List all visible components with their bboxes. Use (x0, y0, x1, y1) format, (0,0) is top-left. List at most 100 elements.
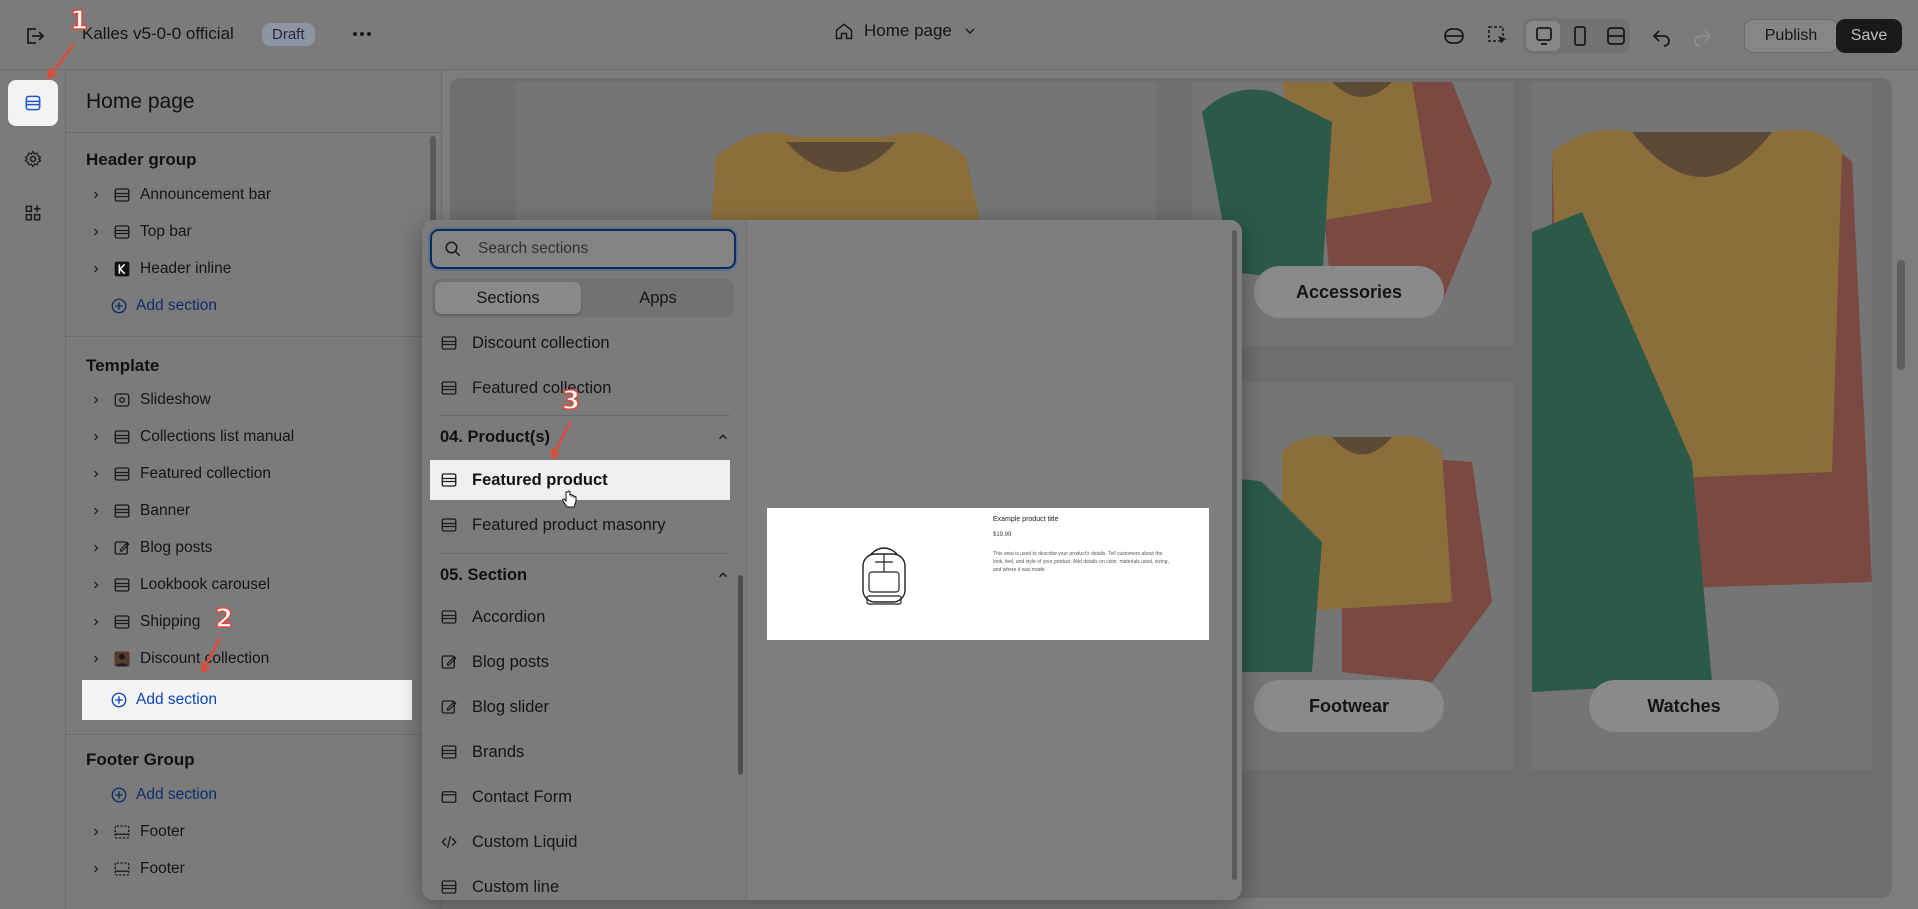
divider (440, 553, 730, 554)
home-icon (835, 23, 853, 40)
sidebar-item-footer[interactable]: Footer (86, 852, 380, 886)
chevron-right-icon[interactable] (86, 653, 106, 665)
picker-item-blog-posts[interactable]: Blog posts (430, 642, 736, 682)
picker-item-featured-product[interactable]: Featured product (430, 460, 730, 500)
preview-scrollbar[interactable] (1897, 260, 1905, 370)
section-icon (440, 608, 458, 626)
sidebar-item-blog-posts[interactable]: Blog posts (86, 531, 380, 565)
picker-item-blog-slider[interactable]: Blog slider (430, 687, 736, 727)
annotation-2: 2 (214, 603, 234, 635)
sidebar-item-label: Top bar (140, 223, 192, 240)
collection-tile-watches[interactable] (1532, 82, 1872, 770)
divider (66, 734, 442, 735)
sidebar-item-announcement-bar[interactable]: Announcement bar (86, 178, 380, 212)
category-label-footwear[interactable]: Footwear (1254, 680, 1444, 732)
picker-item-label: Contact Form (472, 787, 572, 806)
picker-item-contact-form[interactable]: Contact Form (430, 777, 736, 817)
tab-apps[interactable]: Apps (585, 282, 731, 314)
sidebar-item-header-inline[interactable]: Header inline (86, 252, 380, 286)
undo-icon[interactable] (1650, 24, 1674, 48)
more-actions-icon[interactable] (350, 22, 374, 46)
sections-rail-button[interactable] (8, 80, 58, 126)
picker-item-featured-collection[interactable]: Featured collection (430, 368, 736, 408)
sidebar-item-slideshow[interactable]: Slideshow (86, 383, 380, 417)
sidebar-item-discount-collection[interactable]: Discount collection (86, 642, 380, 676)
sidebar-item-lookbook-carousel[interactable]: Lookbook carousel (86, 568, 380, 602)
picker-item-brands[interactable]: Brands (430, 732, 736, 772)
add-section-header-button[interactable]: Add section (110, 289, 217, 323)
group-heading-template: Template (86, 356, 160, 375)
apps-rail-button[interactable] (8, 190, 58, 236)
mail-icon (440, 788, 458, 806)
desktop-icon[interactable] (1532, 24, 1556, 48)
chevron-right-icon[interactable] (86, 579, 106, 591)
redo-icon[interactable] (1690, 24, 1714, 48)
sidebar-item-footer[interactable]: Footer (86, 815, 380, 849)
category-section-toggle[interactable]: 05. Section (440, 560, 730, 590)
chevron-right-icon[interactable] (86, 505, 106, 517)
add-section-footer-button[interactable]: Add section (110, 778, 217, 812)
sidebar: Home page Header group Announcement bar … (66, 70, 442, 909)
section-picker: Search sections Sections Apps Discount c… (422, 220, 1242, 900)
chevron-right-icon[interactable] (86, 468, 106, 480)
sidebar-item-featured-collection[interactable]: Featured collection (86, 457, 380, 491)
backpack-icon (862, 547, 906, 605)
k-logo-icon (112, 259, 132, 279)
page-title: Home page (86, 90, 195, 113)
person-image-icon (112, 649, 132, 669)
section-icon (112, 501, 132, 521)
chevron-right-icon[interactable] (86, 263, 106, 275)
chevron-right-icon[interactable] (86, 394, 106, 406)
theme-settings-icon[interactable] (1442, 24, 1466, 48)
sidebar-item-banner[interactable]: Banner (86, 494, 380, 528)
search-input[interactable]: Search sections (478, 240, 588, 258)
picker-item-accordion[interactable]: Accordion (430, 597, 736, 637)
add-section-template-button[interactable]: Add section (82, 680, 412, 720)
category-products-toggle[interactable]: 04. Product(s) (440, 422, 730, 452)
picker-item-custom-line[interactable]: Custom line (430, 867, 736, 900)
chevron-right-icon[interactable] (86, 542, 106, 554)
picker-item-custom-liquid[interactable]: Custom Liquid (430, 822, 736, 862)
sidebar-item-label: Announcement bar (140, 186, 271, 203)
picker-tabs: Sections Apps (432, 279, 734, 317)
section-icon (440, 379, 458, 397)
chevron-right-icon[interactable] (86, 189, 106, 201)
section-icon (440, 743, 458, 761)
picker-item-label: Featured collection (472, 378, 612, 397)
picker-item-featured-product-masonry[interactable]: Featured product masonry (430, 505, 736, 545)
tab-sections[interactable]: Sections (435, 282, 581, 314)
mobile-icon[interactable] (1568, 24, 1592, 48)
search-sections-field[interactable]: Search sections (430, 229, 736, 269)
sidebar-item-top-bar[interactable]: Top bar (86, 215, 380, 249)
chevron-right-icon[interactable] (86, 226, 106, 238)
picker-item-label: Blog posts (472, 652, 550, 671)
chevron-right-icon[interactable] (86, 431, 106, 443)
footer-icon (112, 822, 132, 842)
sidebar-item-label: Footer (140, 860, 185, 877)
picker-item-label: Custom line (472, 877, 560, 896)
fullscreen-icon[interactable] (1604, 24, 1628, 48)
sidebar-item-label: Slideshow (140, 391, 211, 408)
annotation-3: 3 (561, 385, 581, 417)
picker-item-label: Custom Liquid (472, 832, 578, 851)
category-label-watches[interactable]: Watches (1589, 680, 1779, 732)
picker-list-scrollbar[interactable] (738, 575, 743, 775)
picker-item-discount-collection[interactable]: Discount collection (430, 323, 736, 363)
publish-button[interactable]: Publish (1744, 19, 1838, 53)
sections-icon (25, 95, 41, 111)
chevron-right-icon[interactable] (86, 616, 106, 628)
chevron-right-icon[interactable] (86, 863, 106, 875)
category-label-accessories[interactable]: Accessories (1254, 266, 1444, 318)
section-preview-panel: Example product title $19.99 This area i… (746, 220, 1242, 900)
picker-item-label: Accordion (472, 607, 546, 626)
picker-preview-scrollbar[interactable] (1232, 230, 1237, 880)
preview-product-title: Example product title (993, 516, 1059, 523)
save-button[interactable]: Save (1836, 19, 1902, 53)
page-selector[interactable]: Home page (834, 21, 978, 41)
chevron-down-icon (965, 28, 975, 34)
chevron-right-icon[interactable] (86, 826, 106, 838)
sidebar-item-collections-list-manual[interactable]: Collections list manual (86, 420, 380, 454)
theme-settings-rail-button[interactable] (8, 136, 58, 182)
inspector-icon[interactable] (1486, 24, 1510, 48)
store-name: Kalles v5-0-0 official (82, 24, 234, 43)
